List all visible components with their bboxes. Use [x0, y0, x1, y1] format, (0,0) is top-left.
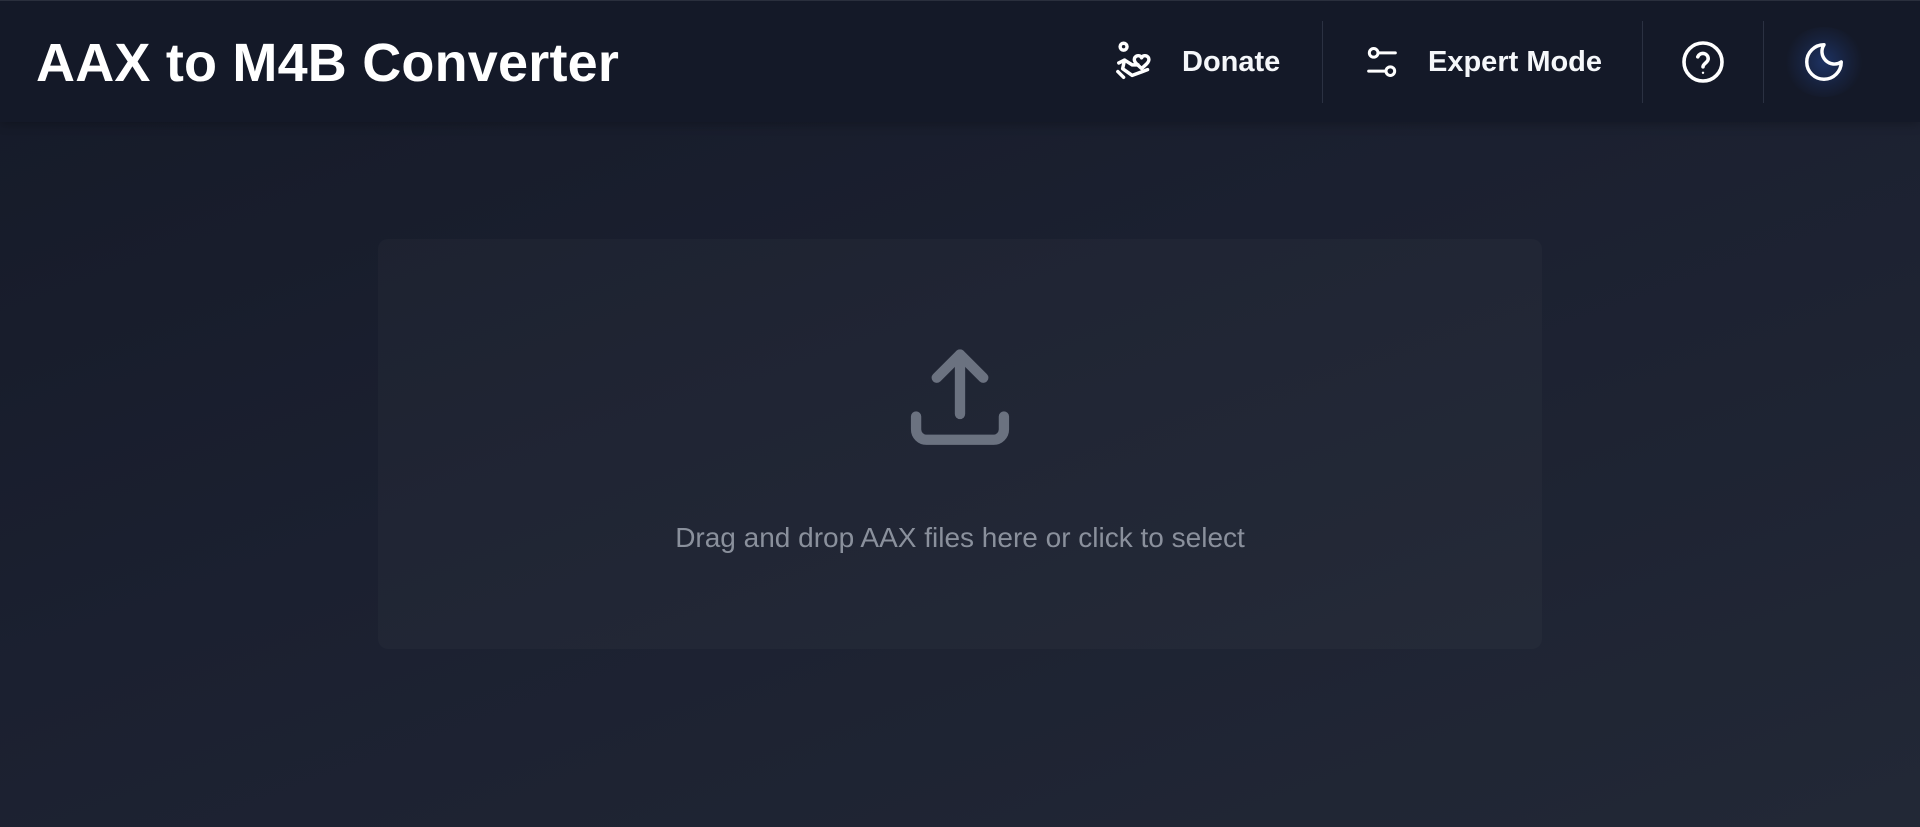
expert-mode-button[interactable]: Expert Mode	[1362, 21, 1602, 103]
theme-toggle-button[interactable]	[1794, 21, 1854, 103]
donate-label: Donate	[1182, 45, 1281, 78]
header-divider	[1642, 21, 1643, 103]
hand-heart-icon	[1114, 39, 1160, 85]
file-drop-zone[interactable]: Drag and drop AAX files here or click to…	[378, 239, 1542, 649]
sliders-icon	[1362, 42, 1402, 82]
moon-icon	[1801, 39, 1847, 85]
header-divider	[1763, 21, 1764, 103]
help-button[interactable]	[1678, 21, 1728, 103]
app-title: AAX to M4B Converter	[36, 33, 620, 93]
help-circle-icon	[1679, 38, 1727, 86]
expert-mode-label: Expert Mode	[1428, 45, 1603, 78]
upload-icon	[898, 339, 1022, 468]
header-divider	[1322, 21, 1323, 103]
drop-zone-text: Drag and drop AAX files here or click to…	[675, 522, 1245, 553]
app-header: AAX to M4B Converter Donate Expert Mode	[0, 0, 1920, 122]
donate-button[interactable]: Donate	[1114, 21, 1280, 103]
